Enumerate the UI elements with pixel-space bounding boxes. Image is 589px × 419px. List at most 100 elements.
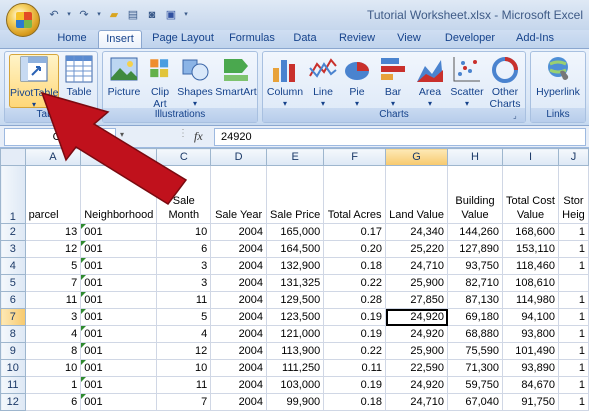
cell-g3[interactable]: 25,220 bbox=[385, 240, 449, 258]
row-header-12[interactable]: 12 bbox=[0, 393, 26, 411]
cell-f5[interactable]: 0.22 bbox=[323, 274, 387, 292]
tab-formulas[interactable]: Formulas bbox=[224, 30, 280, 48]
cell-a7[interactable]: 3 bbox=[24, 308, 82, 326]
cell-d8[interactable]: 2004 bbox=[210, 325, 268, 343]
shapes-button[interactable]: Shapes ▾ bbox=[177, 54, 213, 110]
undo-icon[interactable]: ↶ bbox=[46, 7, 62, 23]
cell-e7[interactable]: 123,500 bbox=[266, 308, 325, 326]
name-box-dropdown-icon[interactable]: ▾ bbox=[120, 130, 124, 139]
clip-art-button[interactable]: Clip Art bbox=[145, 54, 175, 110]
cell-j10[interactable]: 1 bbox=[557, 359, 589, 377]
column-header-i[interactable]: I bbox=[501, 148, 559, 166]
tab-home[interactable]: Home bbox=[50, 30, 94, 48]
cell-e4[interactable]: 132,900 bbox=[266, 257, 325, 275]
cell-i12[interactable]: 91,750 bbox=[501, 393, 559, 411]
print-preview-icon[interactable]: ▤ bbox=[125, 7, 141, 23]
row-header-2[interactable]: 2 bbox=[0, 223, 26, 241]
cell-d10[interactable]: 2004 bbox=[210, 359, 268, 377]
cell-d2[interactable]: 2004 bbox=[210, 223, 268, 241]
cell-h4[interactable]: 93,750 bbox=[447, 257, 503, 275]
cell-i2[interactable]: 168,600 bbox=[501, 223, 559, 241]
cell-h5[interactable]: 82,710 bbox=[447, 274, 503, 292]
area-chart-button[interactable]: Area ▾ bbox=[413, 54, 447, 110]
cell-d11[interactable]: 2004 bbox=[210, 376, 268, 394]
tab-page-layout[interactable]: Page Layout bbox=[148, 30, 218, 48]
cell-b8[interactable]: 001 bbox=[80, 325, 158, 343]
cell-c12[interactable]: 7 bbox=[156, 393, 212, 411]
column-header-d[interactable]: D bbox=[210, 148, 268, 166]
cell-e11[interactable]: 103,000 bbox=[266, 376, 325, 394]
cell-a6[interactable]: 11 bbox=[24, 291, 82, 309]
header-cell-g[interactable]: Land Value bbox=[385, 165, 449, 224]
cell-i8[interactable]: 93,800 bbox=[501, 325, 559, 343]
cell-g12[interactable]: 24,710 bbox=[385, 393, 449, 411]
cell-i7[interactable]: 94,100 bbox=[501, 308, 559, 326]
cell-a4[interactable]: 5 bbox=[24, 257, 82, 275]
cell-d7[interactable]: 2004 bbox=[210, 308, 268, 326]
cell-h7[interactable]: 69,180 bbox=[447, 308, 503, 326]
column-header-c[interactable]: C bbox=[156, 148, 212, 166]
cell-i9[interactable]: 101,490 bbox=[501, 342, 559, 360]
cell-g6[interactable]: 27,850 bbox=[385, 291, 449, 309]
tab-developer[interactable]: Developer bbox=[436, 30, 504, 48]
tab-data[interactable]: Data bbox=[286, 30, 324, 48]
column-header-j[interactable]: J bbox=[557, 148, 589, 166]
cell-i6[interactable]: 114,980 bbox=[501, 291, 559, 309]
cell-d3[interactable]: 2004 bbox=[210, 240, 268, 258]
cell-f10[interactable]: 0.11 bbox=[323, 359, 387, 377]
table-button[interactable]: Table bbox=[63, 54, 95, 98]
column-header-h[interactable]: H bbox=[447, 148, 503, 166]
select-all-corner[interactable] bbox=[0, 148, 26, 166]
header-cell-e[interactable]: Sale Price bbox=[266, 165, 325, 224]
cell-f12[interactable]: 0.18 bbox=[323, 393, 387, 411]
office-button[interactable] bbox=[6, 3, 40, 37]
cell-b7[interactable]: 001 bbox=[80, 308, 158, 326]
cell-b10[interactable]: 001 bbox=[80, 359, 158, 377]
cell-e10[interactable]: 111,250 bbox=[266, 359, 325, 377]
header-cell-j[interactable]: Stor Heig bbox=[557, 165, 589, 224]
row-header-8[interactable]: 8 bbox=[0, 325, 26, 343]
header-cell-d[interactable]: Sale Year bbox=[210, 165, 268, 224]
cell-b2[interactable]: 001 bbox=[80, 223, 158, 241]
cell-e3[interactable]: 164,500 bbox=[266, 240, 325, 258]
cell-h9[interactable]: 75,590 bbox=[447, 342, 503, 360]
cell-g8[interactable]: 24,920 bbox=[385, 325, 449, 343]
tab-view[interactable]: View bbox=[390, 30, 428, 48]
cell-e2[interactable]: 165,000 bbox=[266, 223, 325, 241]
cell-d9[interactable]: 2004 bbox=[210, 342, 268, 360]
tab-insert[interactable]: Insert bbox=[98, 30, 142, 49]
cell-c7[interactable]: 5 bbox=[156, 308, 212, 326]
cell-e6[interactable]: 129,500 bbox=[266, 291, 325, 309]
cell-c6[interactable]: 11 bbox=[156, 291, 212, 309]
header-cell-b[interactable]: Neighborhood bbox=[80, 165, 158, 224]
cell-g4[interactable]: 24,710 bbox=[385, 257, 449, 275]
cell-g9[interactable]: 25,900 bbox=[385, 342, 449, 360]
hyperlink-button[interactable]: Hyperlink bbox=[533, 54, 583, 98]
row-header-11[interactable]: 11 bbox=[0, 376, 26, 394]
pivottable-button[interactable]: PivotTable ▾ bbox=[9, 54, 59, 109]
column-header-e[interactable]: E bbox=[266, 148, 325, 166]
dropdown-icon[interactable]: ▾ bbox=[95, 7, 103, 23]
cell-j2[interactable]: 1 bbox=[557, 223, 589, 241]
cell-c8[interactable]: 4 bbox=[156, 325, 212, 343]
cell-g7[interactable]: 24,920 bbox=[385, 308, 449, 326]
worksheet-grid[interactable]: ABCDEFGHIJ 1 parcel Neighborhood Sale Month S… bbox=[0, 148, 589, 419]
smartart-button[interactable]: SmartArt bbox=[215, 54, 257, 98]
cell-f6[interactable]: 0.28 bbox=[323, 291, 387, 309]
cell-j9[interactable]: 1 bbox=[557, 342, 589, 360]
cell-e8[interactable]: 121,000 bbox=[266, 325, 325, 343]
cell-h10[interactable]: 71,300 bbox=[447, 359, 503, 377]
cell-c2[interactable]: 10 bbox=[156, 223, 212, 241]
cell-g10[interactable]: 22,590 bbox=[385, 359, 449, 377]
column-chart-button[interactable]: Column ▾ bbox=[265, 54, 305, 110]
cell-f3[interactable]: 0.20 bbox=[323, 240, 387, 258]
cell-b9[interactable]: 001 bbox=[80, 342, 158, 360]
cell-j5[interactable] bbox=[557, 274, 589, 292]
cell-b3[interactable]: 001 bbox=[80, 240, 158, 258]
cell-f11[interactable]: 0.19 bbox=[323, 376, 387, 394]
cell-h2[interactable]: 144,260 bbox=[447, 223, 503, 241]
cell-h12[interactable]: 67,040 bbox=[447, 393, 503, 411]
formula-input[interactable]: 24920 bbox=[214, 128, 586, 146]
cell-j3[interactable]: 1 bbox=[557, 240, 589, 258]
cell-h6[interactable]: 87,130 bbox=[447, 291, 503, 309]
